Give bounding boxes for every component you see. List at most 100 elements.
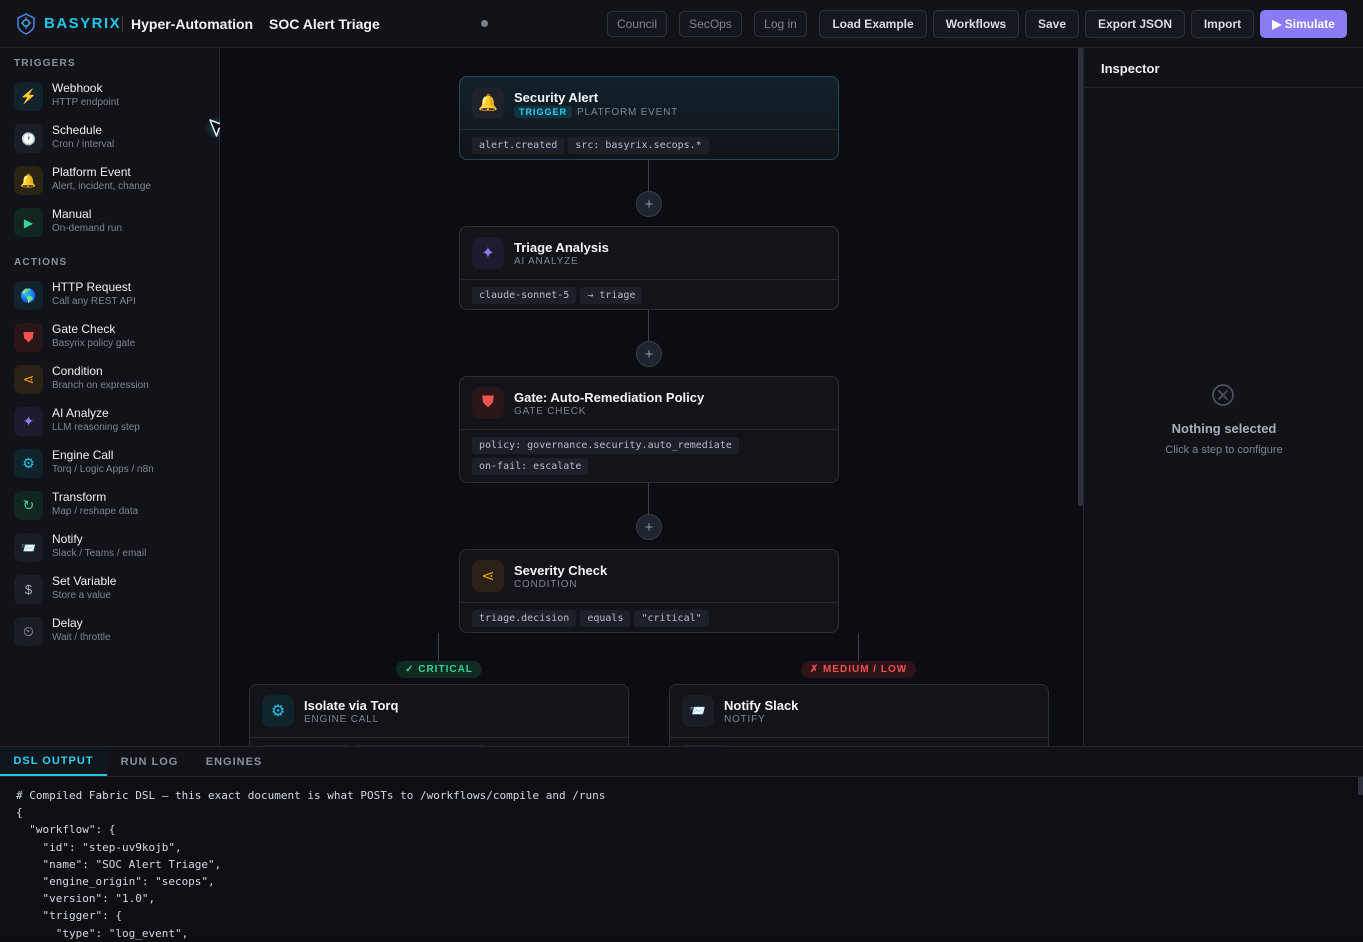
- node-severity-check[interactable]: ⋖ Severity Check CONDITION triage.decisi…: [459, 549, 839, 633]
- export-json-button[interactable]: Export JSON: [1085, 10, 1185, 38]
- palette-item-subtitle: Wait / throttle: [52, 632, 111, 643]
- save-button[interactable]: Save: [1025, 10, 1079, 38]
- tab-run-log[interactable]: RUN LOG: [107, 747, 192, 776]
- code-line: "type": "log_event",: [16, 926, 189, 940]
- node-security-alert[interactable]: 🔔 Security Alert TRIGGER PLATFORM EVENT a…: [459, 76, 839, 160]
- code-line: "workflow": {: [16, 823, 116, 837]
- workflow-canvas[interactable]: 🔔 Security Alert TRIGGER PLATFORM EVENT a…: [220, 48, 1083, 746]
- dsl-output-code[interactable]: # Compiled Fabric DSL — this exact docum…: [16, 787, 605, 942]
- code-line: "name": "SOC Alert Triage",: [16, 857, 222, 871]
- palette-item-subtitle: Call any REST API: [52, 296, 136, 307]
- trigger-tag: TRIGGER: [514, 106, 573, 118]
- node-chips: [250, 738, 628, 746]
- tab-dsl-output[interactable]: DSL OUTPUT: [0, 747, 107, 776]
- login-button[interactable]: Log in: [754, 11, 807, 37]
- add-step-button[interactable]: +: [636, 191, 662, 217]
- branch-icon: ⋖: [472, 560, 504, 592]
- inspector-title: Inspector: [1101, 61, 1160, 76]
- node-chips: claude-sonnet-5 → triage: [460, 280, 838, 312]
- code-line: "trigger": {: [16, 909, 122, 923]
- triggers-section-label: TRIGGERS: [14, 58, 76, 69]
- node-title: Severity Check: [514, 563, 608, 578]
- palette-item-subtitle: On-demand run: [52, 223, 123, 234]
- palette-item-ai-analyze[interactable]: ✦ AI Analyze LLM reasoning step: [14, 403, 210, 439]
- branch-line-false: [858, 633, 859, 661]
- import-button[interactable]: Import: [1191, 10, 1254, 38]
- node-isolate-via-torq[interactable]: ⚙ Isolate via Torq ENGINE CALL: [249, 684, 629, 746]
- bell-icon: 🔔: [14, 166, 43, 195]
- node-subtitle: AI ANALYZE: [514, 256, 579, 267]
- palette-item-delay[interactable]: ⏲ Delay Wait / throttle: [14, 613, 210, 649]
- palette-item-subtitle: Store a value: [52, 590, 111, 601]
- envelope-icon: 📨: [14, 533, 43, 562]
- connector-line: [648, 483, 649, 515]
- node-chip: src: basyrix.secops.*: [568, 137, 709, 154]
- node-subtitle: CONDITION: [514, 579, 578, 590]
- play-icon: ▶: [14, 208, 43, 237]
- palette-item-notify[interactable]: 📨 Notify Slack / Teams / email: [14, 529, 210, 565]
- node-notify-slack[interactable]: 📨 Notify Slack NOTIFY: [669, 684, 1049, 746]
- palette-item-http-request[interactable]: 🌎 HTTP Request Call any REST API: [14, 277, 210, 313]
- workflow-name[interactable]: SOC Alert Triage: [269, 16, 380, 32]
- simulate-button[interactable]: ▶ Simulate: [1260, 10, 1347, 38]
- connector-line: [648, 160, 649, 192]
- palette-item-gate-check[interactable]: ⛊ Gate Check Basyrix policy gate: [14, 319, 210, 355]
- node-header: ✦ Triage Analysis AI ANALYZE: [460, 227, 838, 280]
- node-triage-analysis[interactable]: ✦ Triage Analysis AI ANALYZE claude-sonn…: [459, 226, 839, 310]
- palette-item-webhook[interactable]: ⚡ Webhook HTTP endpoint: [14, 78, 210, 114]
- node-chip: alert.created: [472, 137, 565, 154]
- workflows-button[interactable]: Workflows: [933, 10, 1019, 38]
- dollar-icon: $: [14, 575, 43, 604]
- node-chip: policy: governance.security.auto_remedia…: [472, 437, 739, 454]
- palette-item-title: Manual: [52, 207, 92, 221]
- add-step-button[interactable]: +: [636, 514, 662, 540]
- bell-icon: 🔔: [472, 87, 504, 119]
- sparkle-icon: ✦: [472, 237, 504, 269]
- palette-item-title: AI Analyze: [52, 406, 109, 420]
- palette-item-platform-event[interactable]: 🔔 Platform Event Alert, incident, change: [14, 162, 210, 198]
- inspector-panel: Inspector Nothing selected Click a step …: [1083, 48, 1363, 746]
- load-example-button[interactable]: Load Example: [819, 10, 927, 38]
- tab-engines[interactable]: ENGINES: [192, 747, 276, 776]
- bottom-panel: DSL OUTPUT RUN LOG ENGINES # Compiled Fa…: [0, 746, 1363, 940]
- palette-item-title: Engine Call: [52, 448, 114, 462]
- node-title: Gate: Auto-Remediation Policy: [514, 390, 705, 405]
- palette-item-subtitle: Cron / interval: [52, 139, 115, 150]
- node-header: ⛊ Gate: Auto-Remediation Policy GATE CHE…: [460, 377, 838, 430]
- header-divider: [122, 16, 123, 32]
- node-gate-auto-remediation[interactable]: ⛊ Gate: Auto-Remediation Policy GATE CHE…: [459, 376, 839, 483]
- palette-item-manual[interactable]: ▶ Manual On-demand run: [14, 204, 210, 240]
- branch-badge-critical: ✓ CRITICAL: [396, 661, 482, 678]
- bolt-icon: ⚡: [14, 82, 43, 111]
- empty-state-title: Nothing selected: [1171, 421, 1277, 436]
- product-name: Hyper-Automation: [131, 16, 254, 32]
- palette-item-title: Delay: [52, 616, 83, 630]
- node-title: Isolate via Torq: [304, 698, 399, 713]
- palette-item-title: Transform: [52, 490, 107, 504]
- palette-item-subtitle: Alert, incident, change: [52, 181, 151, 192]
- palette-item-title: HTTP Request: [52, 280, 132, 294]
- add-step-button[interactable]: +: [636, 341, 662, 367]
- palette-item-condition[interactable]: ⋖ Condition Branch on expression: [14, 361, 210, 397]
- basyrix-logo-icon: [17, 13, 35, 35]
- output-scrollbar[interactable]: [1358, 777, 1363, 795]
- code-line: "id": "step-uv9kojb",: [16, 840, 182, 854]
- empty-selection-icon: [1212, 384, 1234, 406]
- branch-icon: ⋖: [14, 365, 43, 394]
- clock-icon: 🕐: [14, 124, 43, 153]
- palette-item-schedule[interactable]: 🕐 Schedule Cron / interval: [14, 120, 210, 156]
- gear-icon: ⚙: [14, 449, 43, 478]
- node-header: 🔔 Security Alert TRIGGER PLATFORM EVENT: [460, 77, 838, 130]
- palette-item-subtitle: Basyrix policy gate: [52, 338, 136, 349]
- palette-item-engine-call[interactable]: ⚙ Engine Call Torq / Logic Apps / n8n: [14, 445, 210, 481]
- shield-icon: ⛊: [472, 387, 504, 419]
- actions-section-label: ACTIONS: [14, 257, 68, 268]
- secops-button[interactable]: SecOps: [679, 11, 742, 37]
- timer-icon: ⏲: [14, 617, 43, 646]
- council-button[interactable]: Council: [607, 11, 667, 37]
- palette-item-transform[interactable]: ↻ Transform Map / reshape data: [14, 487, 210, 523]
- palette-item-title: Notify: [52, 532, 83, 546]
- palette-item-set-variable[interactable]: $ Set Variable Store a value: [14, 571, 210, 607]
- node-chip: "critical": [634, 610, 709, 627]
- palette-item-title: Webhook: [52, 81, 103, 95]
